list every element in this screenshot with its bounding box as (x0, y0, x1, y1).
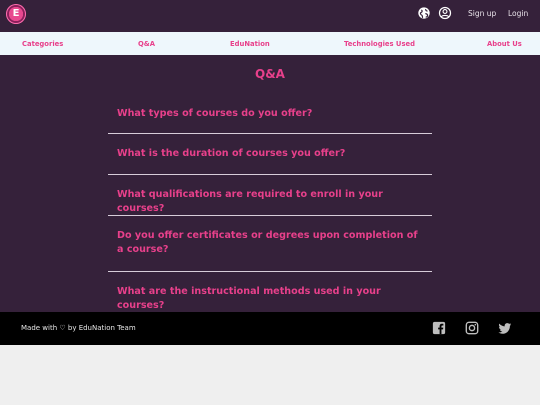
top-bar: E Sign up Login (0, 0, 540, 32)
nav-item-categories[interactable]: Categories (22, 40, 63, 48)
logo-letter: E (12, 8, 20, 19)
nav-item-about-us[interactable]: About Us (487, 40, 522, 48)
user-circle-icon[interactable] (438, 6, 452, 20)
globe-icon[interactable] (417, 6, 431, 20)
nav-item-edunation[interactable]: EduNation (230, 40, 270, 48)
faq-question: Do you offer certificates or degrees upo… (117, 230, 418, 255)
faq-question: What are the instructional methods used … (117, 286, 381, 311)
faq-item[interactable]: What types of courses do you offer? (108, 95, 432, 134)
nav-item-technologies-used[interactable]: Technologies Used (344, 40, 415, 48)
instagram-icon[interactable] (465, 321, 479, 335)
faq-question: What qualifications are required to enro… (117, 189, 383, 214)
twitter-icon[interactable] (498, 321, 512, 335)
facebook-icon[interactable] (432, 321, 446, 335)
nav-item-qa[interactable]: Q&A (138, 40, 155, 48)
login-link[interactable]: Login (508, 9, 528, 18)
faq-item[interactable]: Do you offer certificates or degrees upo… (108, 216, 432, 272)
signup-link[interactable]: Sign up (468, 9, 496, 18)
faq-item[interactable]: What are the instructional methods used … (108, 272, 432, 312)
qa-section: Q&A What types of courses do you offer? … (0, 55, 540, 312)
page-title: Q&A (255, 67, 285, 81)
footer-credit: Made with ♡ by EduNation Team (21, 324, 136, 332)
faq-question: What types of courses do you offer? (117, 108, 313, 119)
footer: Made with ♡ by EduNation Team (0, 312, 540, 345)
faq-item[interactable]: What is the duration of courses you offe… (108, 134, 432, 175)
faq-item[interactable]: What qualifications are required to enro… (108, 175, 432, 216)
page-background (0, 345, 540, 405)
faq-question: What is the duration of courses you offe… (117, 148, 346, 159)
edunation-logo[interactable]: E (6, 4, 26, 24)
main-nav: Categories Q&A EduNation Technologies Us… (0, 32, 540, 55)
